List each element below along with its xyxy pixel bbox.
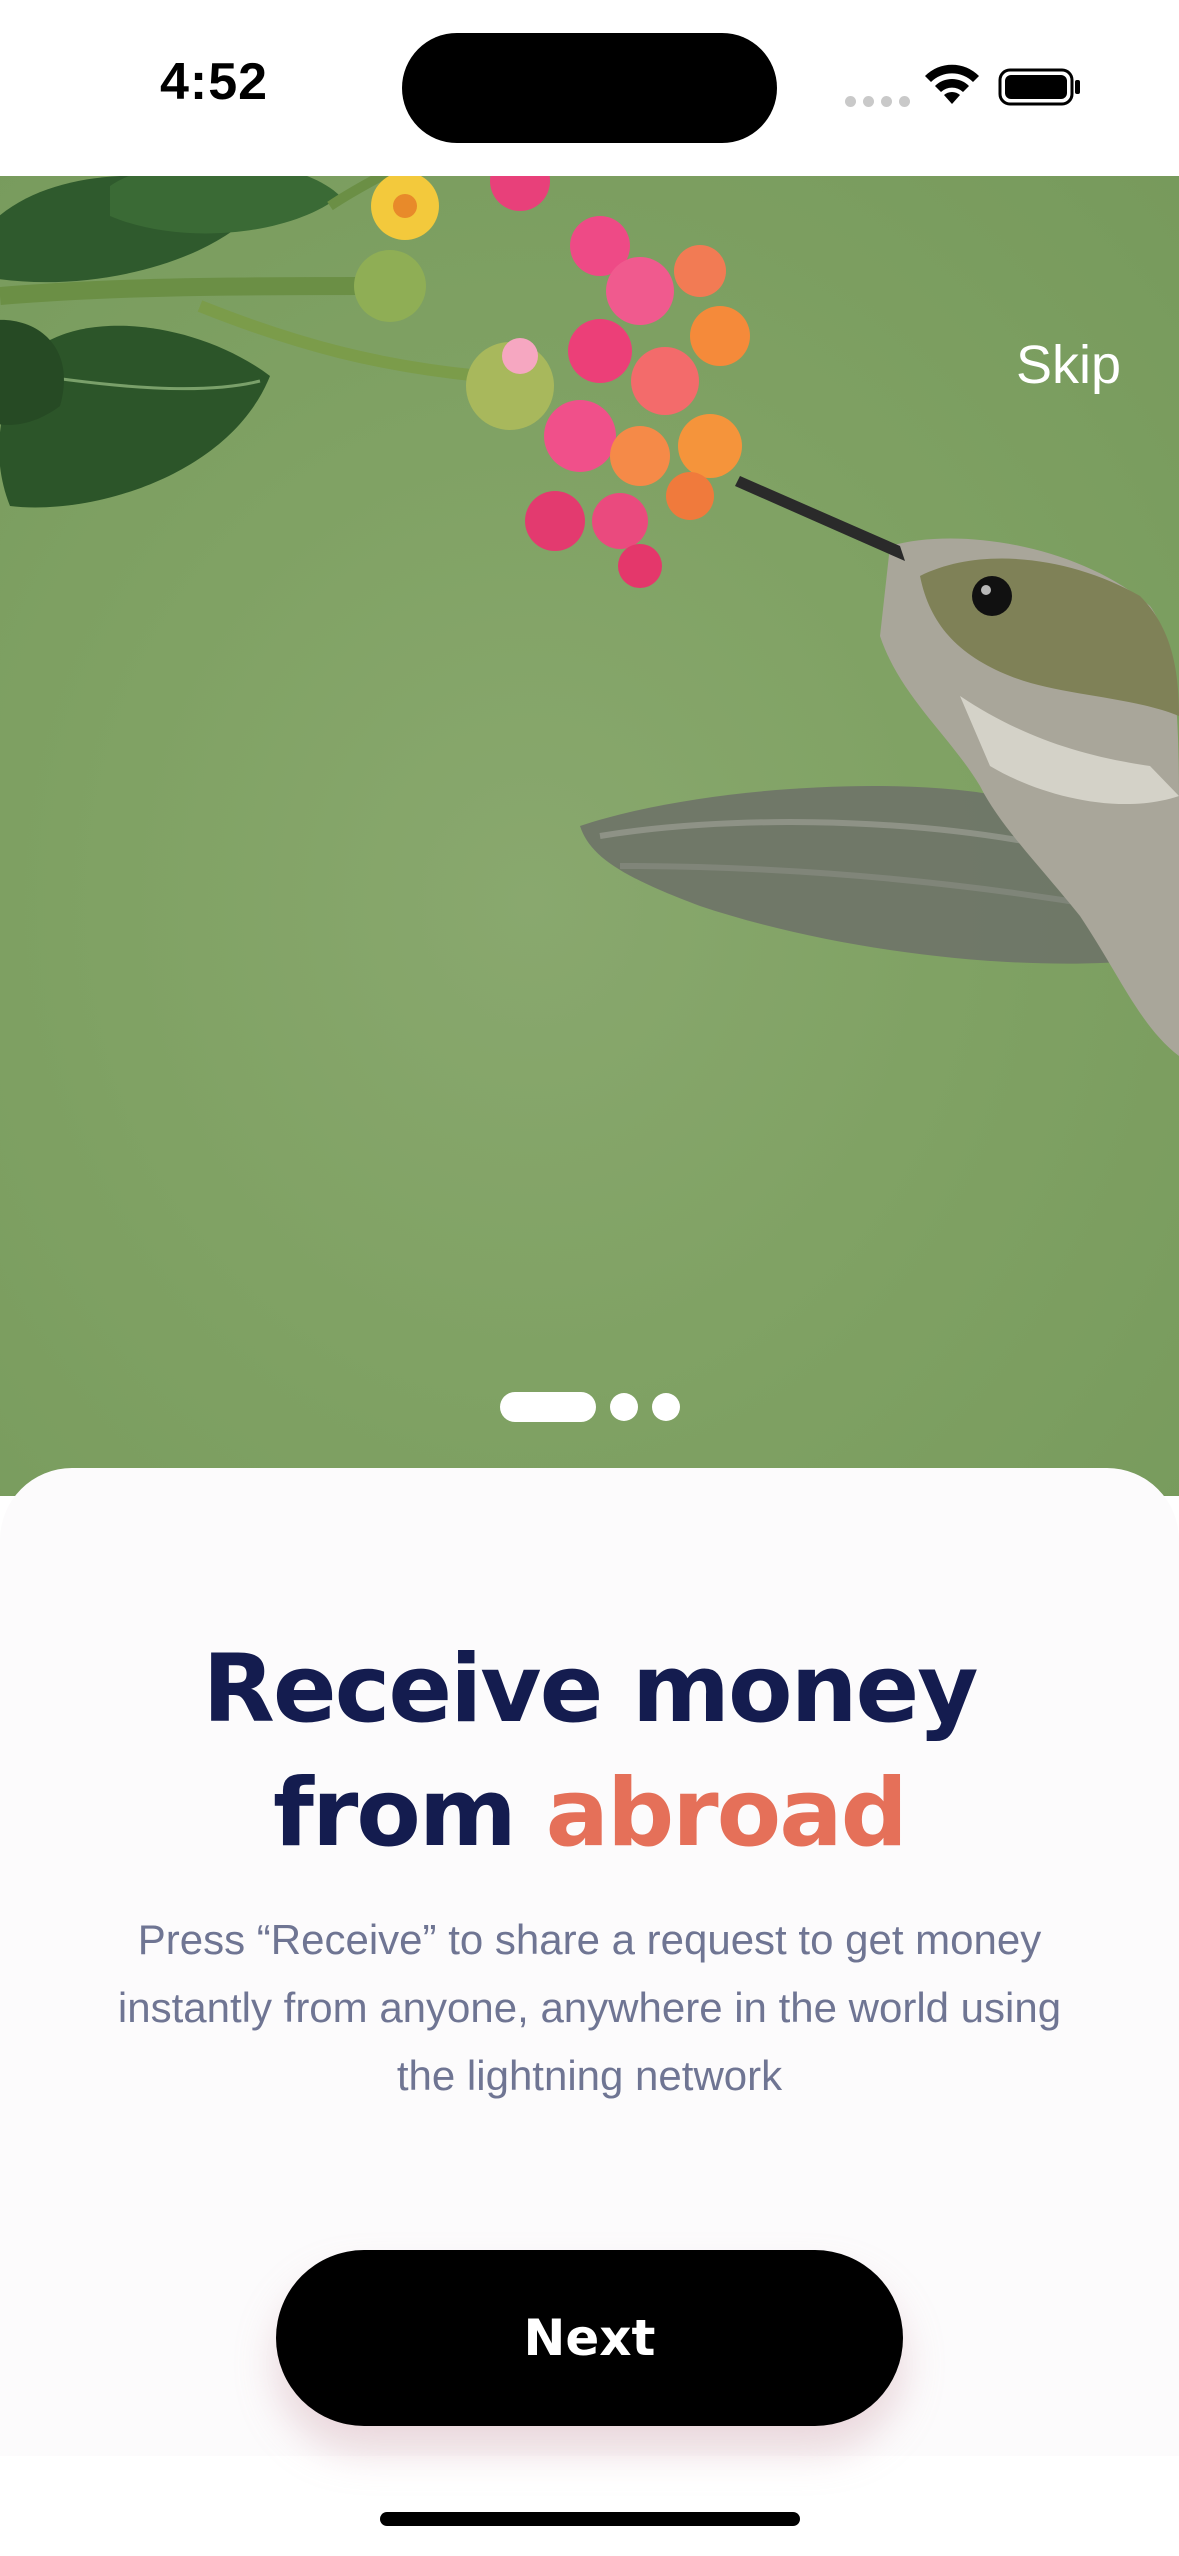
headline-from: from [273, 1759, 517, 1868]
wifi-icon [925, 64, 979, 104]
cellular-dots-icon [845, 96, 910, 107]
status-bar: 4:52 [0, 0, 1179, 176]
hero-image: Skip [0, 176, 1179, 1496]
home-indicator [380, 2512, 800, 2526]
status-time: 4:52 [160, 53, 269, 111]
headline-line-2: from abroad [0, 1752, 1179, 1876]
dynamic-island [402, 33, 777, 143]
hummingbird-illustration [580, 476, 1179, 1056]
skip-link[interactable]: Skip [1016, 334, 1121, 396]
leaves-illustration [0, 176, 554, 508]
battery-icon [998, 68, 1080, 106]
description: Press “Receive” to share a request to ge… [117, 1916, 1062, 2099]
headline: Receive money from abroad [0, 1628, 1179, 1876]
page-indicator [500, 1392, 680, 1422]
flowers-illustration [371, 176, 750, 588]
next-button[interactable]: Next [276, 2250, 903, 2426]
page-indicator-dot [610, 1393, 638, 1421]
hummingbird-illustration [0, 176, 1179, 1056]
page-indicator-active [500, 1392, 596, 1422]
page-indicator-dot [652, 1393, 680, 1421]
headline-accent: abroad [545, 1759, 908, 1868]
headline-line-1: Receive money [202, 1635, 978, 1744]
